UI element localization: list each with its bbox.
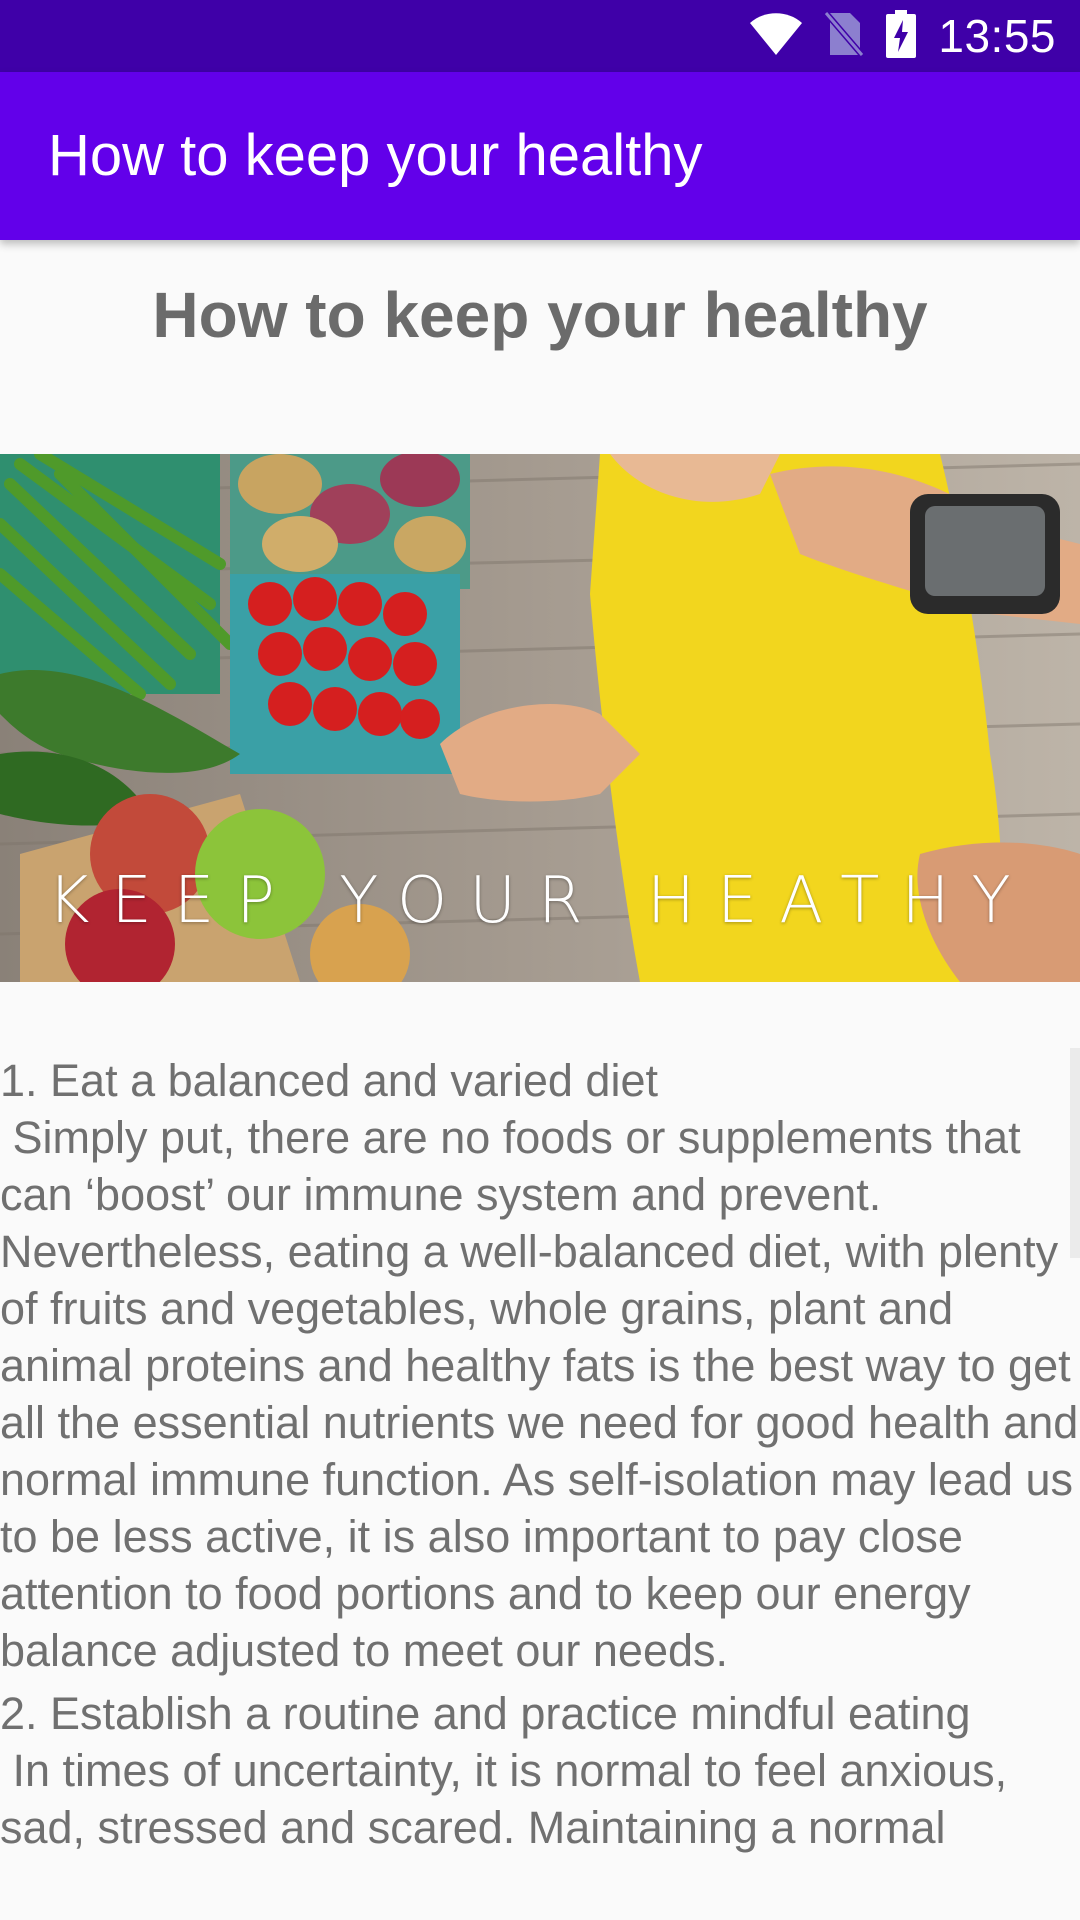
- status-time: 13:55: [938, 10, 1056, 62]
- tip-2-body: In times of uncertainty, it is normal to…: [0, 1745, 1020, 1853]
- tip-2-title: 2. Establish a routine and practice mind…: [0, 1688, 971, 1739]
- wifi-icon: [750, 13, 803, 59]
- app-title: How to keep your healthy: [48, 123, 703, 188]
- hero-caption: KEEP YOUR HEATHY: [47, 864, 1033, 938]
- status-bar: 13:55: [0, 0, 1080, 72]
- tip-1-body: Simply put, there are no foods or supple…: [0, 1112, 1079, 1676]
- no-sim-icon: [824, 11, 865, 61]
- article-text: 1. Eat a balanced and varied diet Simply…: [0, 1052, 1080, 1862]
- page-heading: How to keep your healthy: [152, 279, 928, 351]
- scrollbar-thumb[interactable]: [1070, 1048, 1080, 1258]
- tip-1-title: 1. Eat a balanced and varied diet: [0, 1055, 658, 1106]
- tip-2: 2. Establish a routine and practice mind…: [0, 1685, 1080, 1856]
- battery-charging-icon: [886, 10, 917, 62]
- app-bar: How to keep your healthy: [0, 72, 1080, 240]
- article-scroll-view[interactable]: How to keep your healthy KEEP YOUR HEATH…: [0, 240, 1080, 1920]
- tip-1: 1. Eat a balanced and varied diet Simply…: [0, 1052, 1080, 1679]
- hero-image: KEEP YOUR HEATHY: [0, 454, 1080, 982]
